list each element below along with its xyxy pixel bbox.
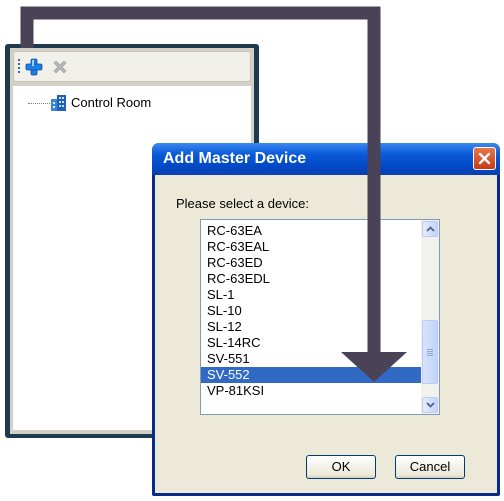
delete-icon[interactable] — [51, 58, 69, 76]
device-listbox[interactable]: RC-63EA RC-63EAL RC-63ED RC-63EDL SL-1 S… — [200, 219, 440, 415]
device-list-item[interactable]: SL-10 — [201, 303, 421, 319]
add-icon[interactable] — [24, 57, 44, 77]
device-list-item[interactable]: VP-81KSI — [201, 383, 421, 399]
select-device-prompt: Please select a device: — [176, 196, 309, 211]
dialog-title-bar[interactable]: Add Master Device — [152, 143, 500, 175]
device-list-item[interactable]: SL-1 — [201, 287, 421, 303]
close-button[interactable] — [473, 147, 496, 170]
thumb-grip — [427, 349, 433, 356]
device-list-item[interactable]: RC-63EA — [201, 223, 421, 239]
scroll-down-button[interactable] — [422, 397, 438, 413]
device-list-item[interactable]: SV-551 — [201, 351, 421, 367]
device-list-item[interactable]: RC-63EAL — [201, 239, 421, 255]
chevron-up-icon — [426, 226, 435, 232]
dialog-title: Add Master Device — [163, 150, 307, 167]
chevron-down-icon — [426, 402, 435, 408]
device-list-item[interactable]: RC-63EDL — [201, 271, 421, 287]
device-list-scrollbar[interactable] — [421, 220, 439, 414]
cancel-button[interactable]: Cancel — [395, 455, 465, 479]
scroll-up-button[interactable] — [422, 221, 438, 237]
device-list-item-selected[interactable]: SV-552 — [201, 367, 421, 383]
tree-item-control-room[interactable]: Control Room — [71, 95, 151, 110]
device-list: RC-63EA RC-63EAL RC-63ED RC-63EDL SL-1 S… — [201, 220, 421, 414]
device-list-item[interactable]: RC-63ED — [201, 255, 421, 271]
scroll-thumb[interactable] — [422, 320, 438, 384]
tree-toolbar — [13, 51, 251, 82]
device-list-item[interactable]: SL-12 — [201, 319, 421, 335]
device-list-item[interactable]: SL-14RC — [201, 335, 421, 351]
dialog-body: Please select a device: RC-63EA RC-63EAL… — [155, 175, 497, 493]
toolbar-grip[interactable] — [18, 59, 20, 75]
ok-button[interactable]: OK — [306, 455, 376, 479]
tree-connector-line — [28, 103, 50, 104]
building-icon — [51, 95, 66, 111]
close-icon — [478, 152, 491, 165]
add-master-device-dialog: Add Master Device Please select a device… — [152, 143, 500, 496]
